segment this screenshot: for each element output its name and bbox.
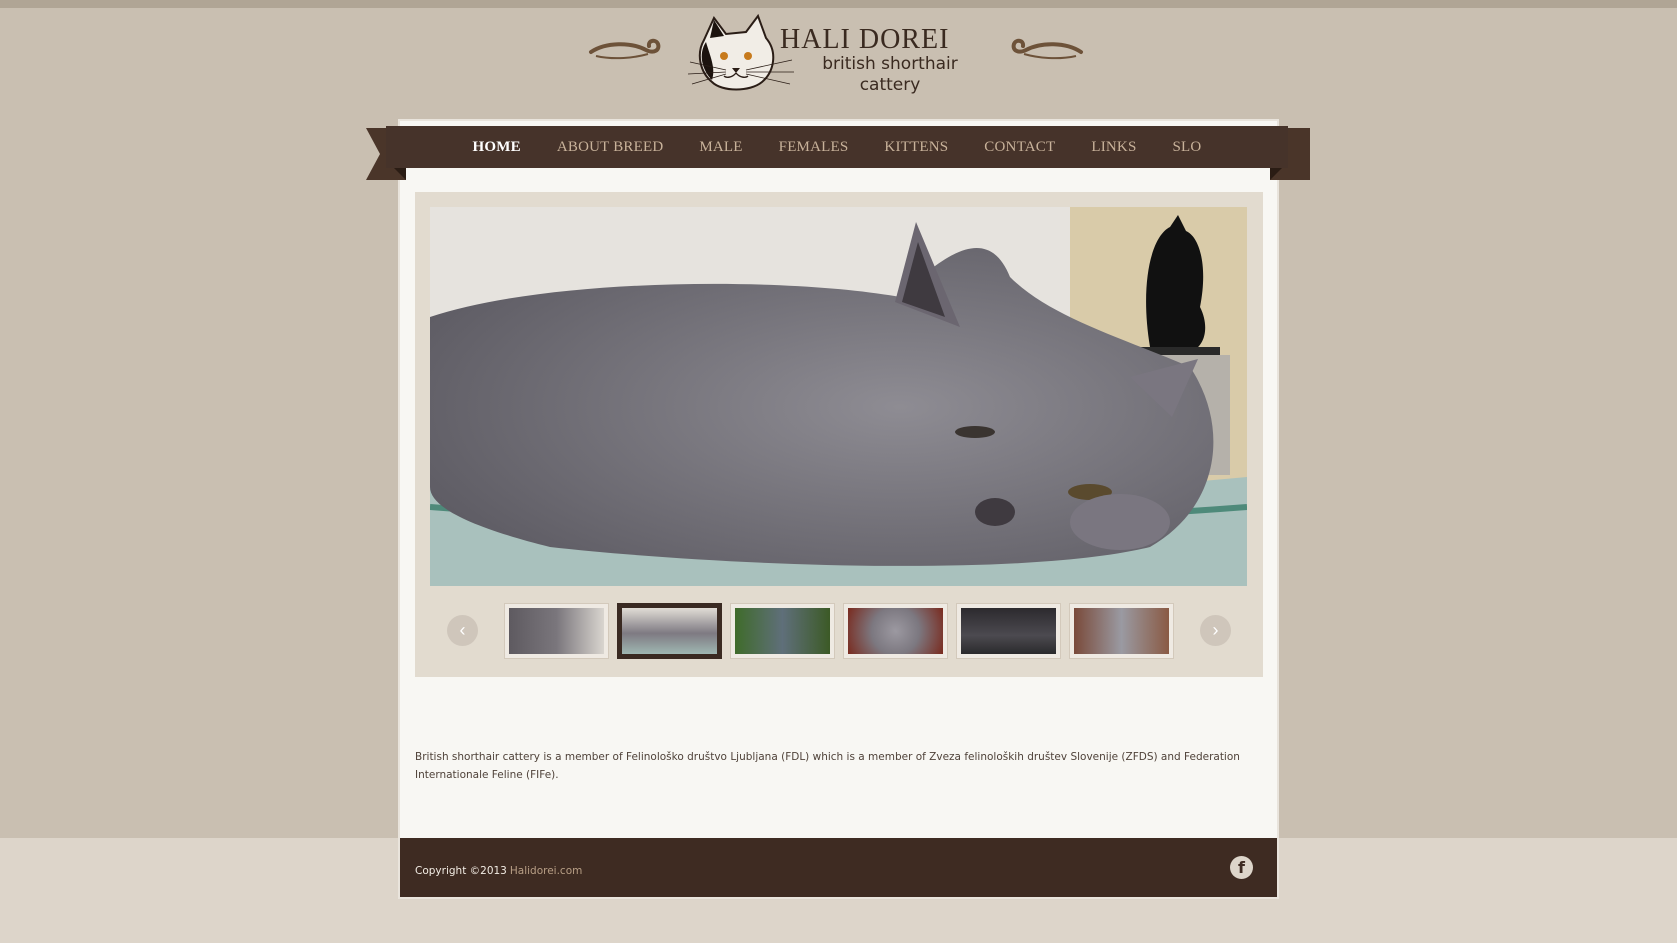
intro-text: British shorthair cattery is a member of… [415, 750, 1240, 781]
slider-thumbnail[interactable] [956, 603, 1061, 659]
nav-male[interactable]: MALE [699, 139, 742, 156]
slider-next-button[interactable]: › [1200, 615, 1231, 646]
slider-thumbnail[interactable] [504, 603, 609, 659]
chevron-right-icon: › [1212, 620, 1219, 640]
slider-thumbnails [504, 603, 1174, 659]
top-strip [0, 0, 1677, 8]
thumbnail-image [735, 608, 830, 654]
copyright-text: Copyright ©2013 [415, 865, 507, 877]
slider-thumbnail[interactable] [843, 603, 948, 659]
tagline-line-2: cattery [859, 75, 921, 95]
chevron-left-icon: ‹ [459, 620, 466, 640]
slider-prev-button[interactable]: ‹ [447, 615, 478, 646]
tagline-line-1: british shorthair [822, 54, 958, 74]
image-slider: ‹ › [415, 192, 1263, 677]
slider-thumbnail[interactable] [730, 603, 835, 659]
main-nav: HOME ABOUT BREED MALE FEMALES KITTENS CO… [386, 126, 1288, 168]
nav-home[interactable]: HOME [473, 139, 521, 156]
nav-about-breed[interactable]: ABOUT BREED [557, 139, 664, 156]
site-link[interactable]: Halidorei.com [510, 865, 582, 877]
site-logo[interactable]: HALI DOREI british shorthair cattery [586, 12, 1086, 100]
slider-thumbnail[interactable] [1069, 603, 1174, 659]
nav-females[interactable]: FEMALES [779, 139, 849, 156]
gray-cat-photo [430, 207, 1247, 586]
brand-name: HALI DOREI [780, 24, 950, 55]
nav-links[interactable]: LINKS [1091, 139, 1136, 156]
flourish-right-icon [1011, 38, 1083, 60]
site-footer: Copyright ©2013 Halidorei.com f [400, 838, 1277, 897]
flourish-left-icon [589, 38, 661, 60]
thumbnail-image [961, 608, 1056, 654]
thumbnail-image [1074, 608, 1169, 654]
slider-main-photo[interactable] [430, 207, 1247, 586]
facebook-icon[interactable]: f [1230, 856, 1253, 879]
slider-thumbnail-active[interactable] [617, 603, 722, 659]
nav-slo[interactable]: SLO [1173, 139, 1202, 156]
thumbnail-image [509, 608, 604, 654]
thumbnail-image [622, 608, 717, 654]
nav-kittens[interactable]: KITTENS [884, 139, 948, 156]
brand-tagline: british shorthair cattery [820, 54, 960, 96]
nav-contact[interactable]: CONTACT [984, 139, 1055, 156]
thumbnail-image [848, 608, 943, 654]
copyright: Copyright ©2013 Halidorei.com [415, 865, 582, 877]
